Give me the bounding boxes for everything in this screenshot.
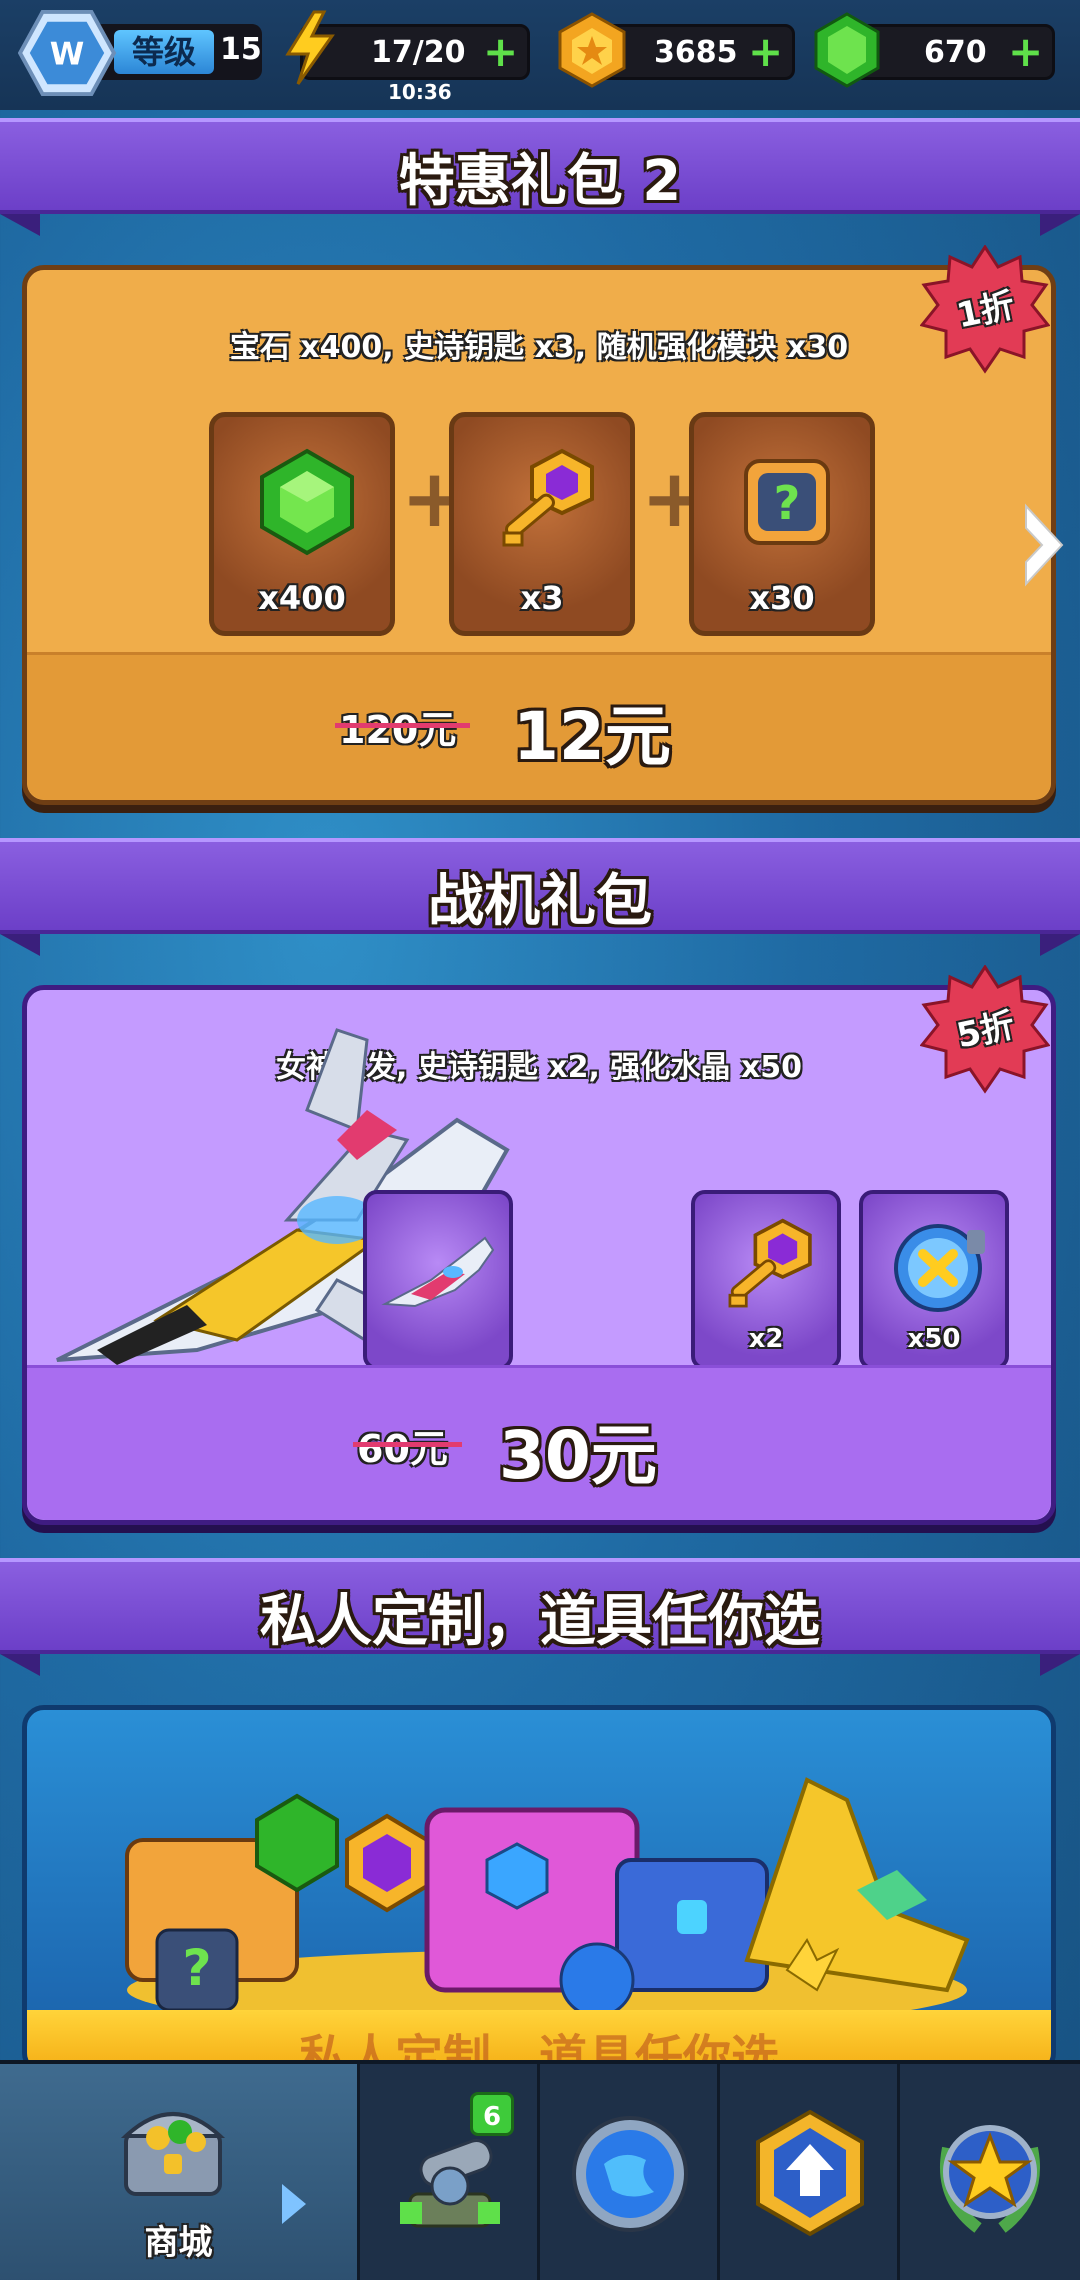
energy-add-icon[interactable]: +	[483, 31, 518, 73]
banner-fold-left	[0, 934, 40, 956]
notification-badge: 6	[470, 2092, 514, 2136]
fighter-pack-card[interactable]: 女神银发, 史诗钥匙 x2, 强化水晶 x50 x2 x50 60元 30元	[22, 985, 1056, 1525]
price-strikethrough	[335, 723, 471, 728]
cannon-upgrade-icon	[400, 2139, 500, 2228]
item-quantity: x2	[748, 1324, 784, 1354]
svg-text:?: ?	[182, 1939, 211, 1997]
price-area: 120元 12元	[27, 652, 1051, 800]
tab-rank[interactable]	[900, 2064, 1080, 2280]
item-quantity: x30	[749, 579, 815, 617]
lightning-icon	[285, 10, 335, 85]
energy-timer: 10:36	[388, 80, 452, 104]
tab-label: 商城	[144, 2223, 213, 2263]
custom-pack-card[interactable]: ? 私人定制，道具任你选	[22, 1705, 1056, 2075]
pack-item-epic-key: x3	[449, 412, 635, 636]
discount-text: 1折	[953, 285, 1019, 337]
gem-add-icon[interactable]: +	[1008, 31, 1043, 73]
gem-icon	[814, 12, 880, 88]
discount-badge: 1折	[920, 245, 1050, 375]
epic-key-icon	[728, 1218, 812, 1308]
item-quantity: x400	[258, 579, 346, 617]
pack-item-upgrade-crystal: x50	[859, 1190, 1009, 1370]
price-area: 60元 30元	[27, 1365, 1051, 1520]
level-label: 等级	[114, 30, 214, 74]
sale-price[interactable]: 30元	[499, 1402, 657, 1498]
fighter-jet-icon	[381, 1236, 495, 1308]
section-banner-fighter-pack: 战机礼包	[0, 838, 1080, 934]
item-quantity: x3	[520, 579, 564, 617]
level-display[interactable]: 等级 15	[92, 24, 262, 80]
section-title: 私人定制，道具任你选	[260, 1589, 820, 1654]
pack-item-gems: x400	[209, 412, 395, 636]
tab-shop[interactable]: 商城	[0, 2064, 360, 2280]
epic-key-icon	[502, 448, 594, 547]
tab-upgrade[interactable]	[720, 2064, 900, 2280]
green-gem-icon	[260, 448, 354, 556]
svg-text:W: W	[50, 37, 85, 73]
custom-pack-illustration-icon: ?	[125, 1777, 970, 2030]
upgrade-arrow-shield-icon	[756, 2109, 864, 2237]
original-price: 60元	[353, 1418, 462, 1473]
tab-weapons[interactable]: 6	[360, 2064, 540, 2280]
section-banner-custom-pack: 私人定制，道具任你选	[0, 1558, 1080, 1654]
star-laurel-icon	[940, 2125, 1040, 2233]
section-banner-special-pack: 特惠礼包 2	[0, 118, 1080, 214]
bottom-navigation: 商城 6	[0, 2060, 1080, 2280]
section-title: 战机礼包	[428, 869, 652, 934]
upgrade-crystal-orb-icon	[894, 1224, 985, 1312]
banner-fold-right	[1040, 934, 1080, 956]
original-price: 120元	[335, 699, 471, 754]
radar-globe-icon	[572, 2116, 688, 2232]
level-value: 15	[220, 32, 262, 67]
top-status-bar: 等级 15 W 17/20 + 10:36 3685 + 670 +	[0, 0, 1080, 110]
sale-price[interactable]: 12元	[513, 683, 671, 779]
pack-description: 宝石 x400, 史诗钥匙 x3, 随机强化模块 x30	[229, 330, 849, 365]
tab-radar[interactable]	[540, 2064, 720, 2280]
banner-fold-right	[1040, 214, 1080, 236]
original-price-text: 60元	[357, 1427, 448, 1471]
next-page-arrow-icon[interactable]	[1018, 500, 1068, 590]
banner-fold-left	[0, 214, 40, 236]
energy-value: 17/20	[371, 35, 466, 70]
special-pack-card[interactable]: 宝石 x400, 史诗钥匙 x3, 随机强化模块 x30 x400 + x3 +…	[22, 265, 1056, 805]
pack-item-fighter-jet	[363, 1190, 513, 1370]
random-module-chip-icon: ?	[744, 459, 830, 545]
pack-item-random-module: ? x30	[689, 412, 875, 636]
gem-value: 670	[924, 35, 987, 70]
price-strikethrough	[353, 1442, 462, 1447]
banner-fold-right	[1040, 1654, 1080, 1676]
coin-value: 3685	[654, 35, 738, 70]
discount-badge: 5折	[920, 965, 1050, 1095]
player-avatar-badge-icon[interactable]: W	[18, 8, 116, 98]
item-quantity: x50	[907, 1324, 961, 1354]
original-price-text: 120元	[339, 708, 457, 752]
coin-icon	[558, 12, 626, 88]
svg-text:?: ?	[774, 476, 801, 530]
coin-add-icon[interactable]: +	[748, 31, 783, 73]
treasure-chest-icon	[120, 2112, 226, 2196]
banner-fold-left	[0, 1654, 40, 1676]
discount-text: 5折	[953, 1005, 1019, 1057]
section-title: 特惠礼包 2	[398, 149, 682, 214]
pack-item-epic-key: x2	[691, 1190, 841, 1370]
